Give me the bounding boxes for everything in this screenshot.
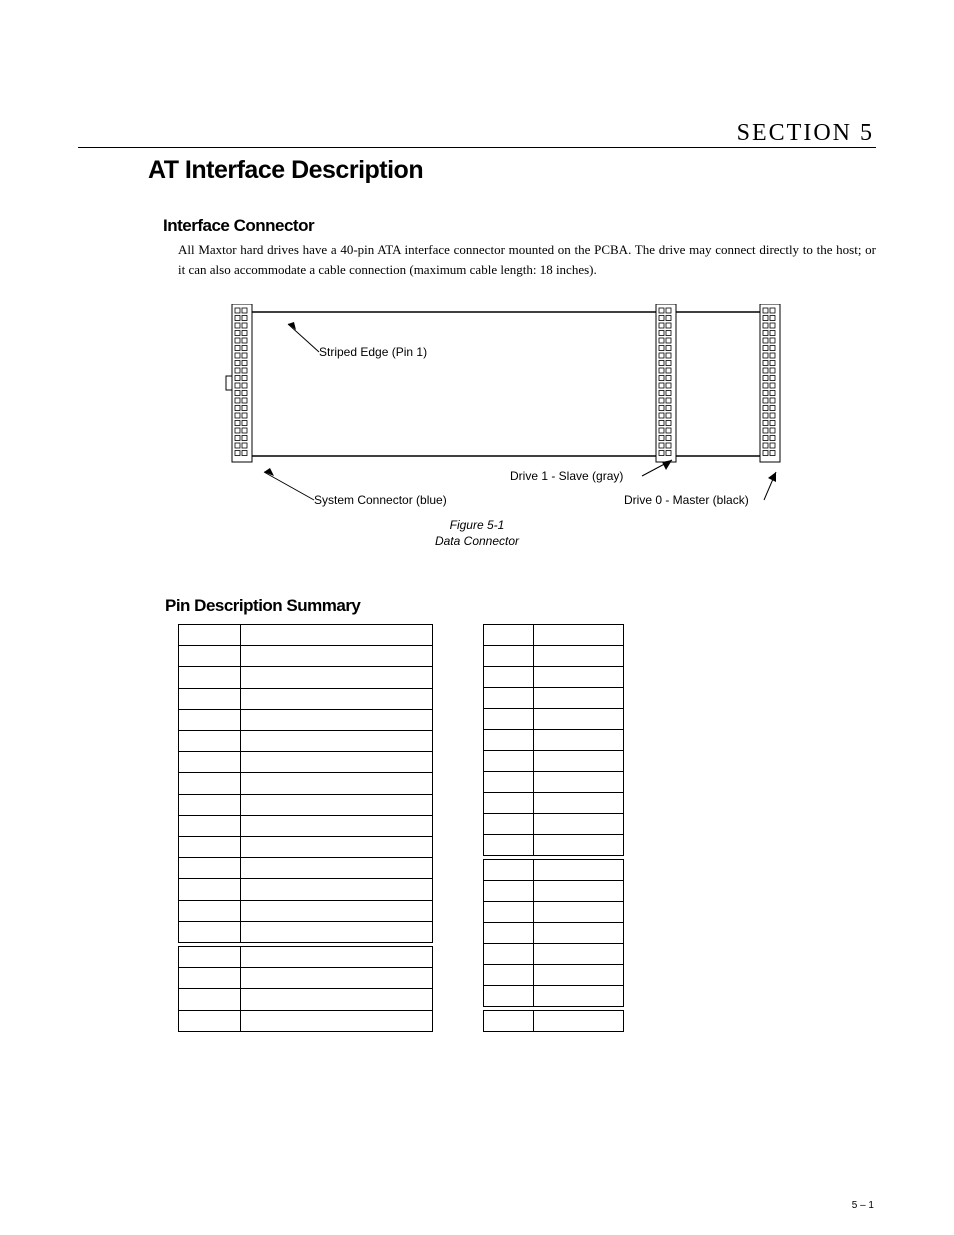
- table-row: [179, 837, 433, 858]
- table-row: [484, 860, 624, 881]
- master-label: Drive 0 - Master (black): [624, 472, 776, 507]
- svg-text:System Connector (blue): System Connector (blue): [314, 493, 447, 507]
- table-row: [179, 667, 433, 688]
- table-row: [484, 1011, 624, 1032]
- slave-label: Drive 1 - Slave (gray): [510, 460, 672, 483]
- table-row: [484, 944, 624, 965]
- table-row: [179, 709, 433, 730]
- table-row: [484, 986, 624, 1007]
- table-row: [484, 709, 624, 730]
- table-row: [179, 947, 433, 968]
- stripe-edge-label: Striped Edge (Pin 1): [288, 322, 427, 359]
- table-row: [179, 815, 433, 836]
- table-row: [179, 794, 433, 815]
- heading-interface-connector: Interface Connector: [163, 216, 314, 236]
- table-row: [484, 751, 624, 772]
- table-row: [484, 835, 624, 856]
- pin-table-right: [483, 624, 624, 1032]
- pin-tables: [178, 624, 624, 1032]
- table-row: [484, 625, 624, 646]
- figure-data-connector: Striped Edge (Pin 1) System Connector (b…: [224, 304, 782, 514]
- svg-text:Striped Edge (Pin 1): Striped Edge (Pin 1): [319, 345, 427, 359]
- figure-caption-line1: Figure 5-1: [450, 518, 505, 532]
- table-row: [179, 625, 433, 646]
- table-row: [484, 772, 624, 793]
- table-row: [484, 923, 624, 944]
- heading-pin-summary: Pin Description Summary: [165, 596, 360, 616]
- rule-top: [78, 147, 876, 148]
- section-label: SECTION 5: [737, 120, 874, 147]
- table-row: [179, 646, 433, 667]
- table-row: [179, 900, 433, 921]
- table-row: [484, 688, 624, 709]
- table-row: [179, 989, 433, 1010]
- table-row: [179, 731, 433, 752]
- table-row: [484, 881, 624, 902]
- table-row: [179, 879, 433, 900]
- table-row: [484, 902, 624, 923]
- table-row: [179, 968, 433, 989]
- svg-text:Drive 1 - Slave (gray): Drive 1 - Slave (gray): [510, 469, 623, 483]
- pin-table-left: [178, 624, 433, 1032]
- table-row: [179, 752, 433, 773]
- system-connector-icon: [226, 304, 252, 462]
- table-row: [179, 921, 433, 942]
- connector-paragraph: All Maxtor hard drives have a 40-pin ATA…: [178, 240, 876, 280]
- figure-caption: Figure 5-1 Data Connector: [0, 517, 954, 549]
- table-row: [179, 688, 433, 709]
- table-row: [484, 965, 624, 986]
- table-row: [179, 858, 433, 879]
- table-row: [484, 814, 624, 835]
- table-row: [484, 793, 624, 814]
- figure-caption-line2: Data Connector: [435, 534, 519, 548]
- table-row: [484, 667, 624, 688]
- slave-connector-icon: [656, 304, 676, 462]
- master-connector-icon: [760, 304, 780, 462]
- table-row: [179, 773, 433, 794]
- page-title: AT Interface Description: [148, 156, 423, 185]
- system-connector-label: System Connector (blue): [264, 468, 447, 507]
- page-footer: 5 – 1: [852, 1200, 874, 1211]
- table-row: [179, 1010, 433, 1031]
- table-row: [484, 730, 624, 751]
- svg-text:Drive 0 - Master (black): Drive 0 - Master (black): [624, 493, 749, 507]
- table-row: [484, 646, 624, 667]
